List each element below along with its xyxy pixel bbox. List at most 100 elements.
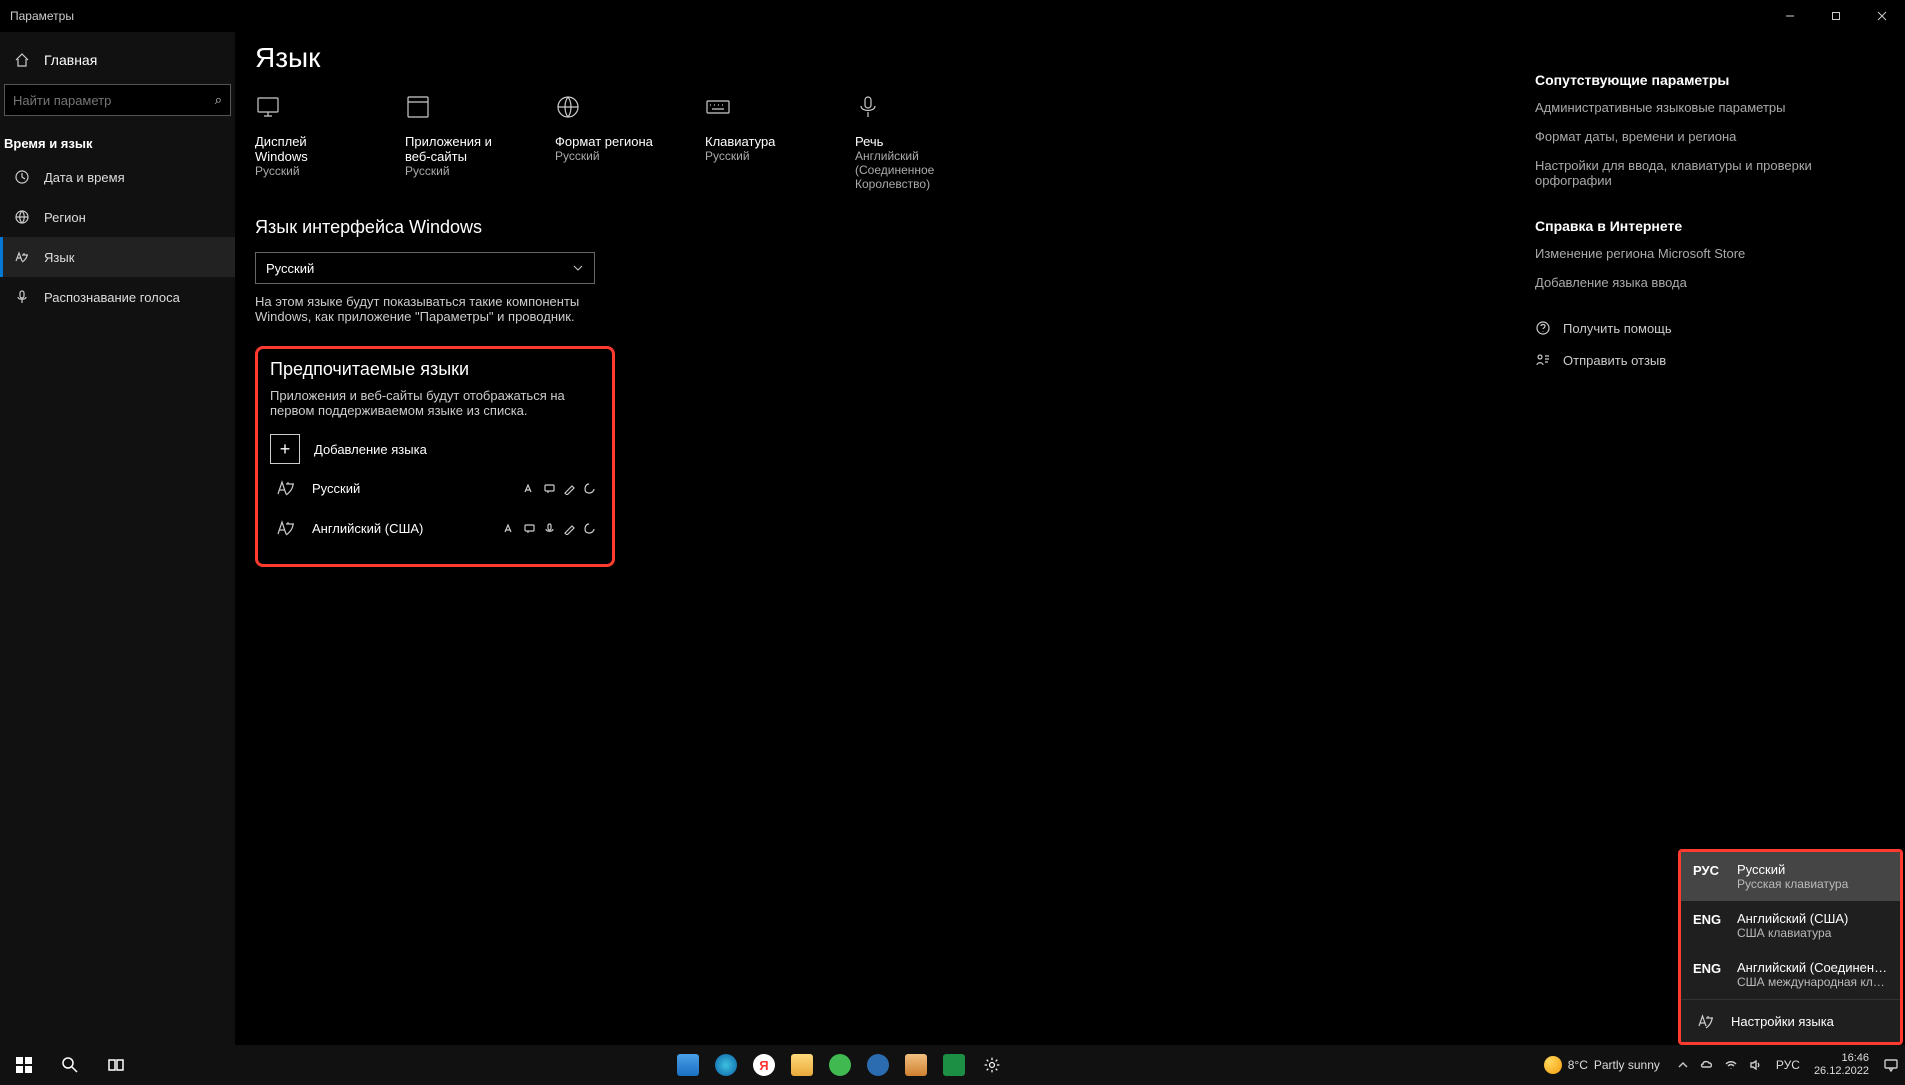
text-to-speech-icon	[522, 521, 536, 535]
taskbar-clock[interactable]: 16:46 26.12.2022	[1814, 1052, 1869, 1078]
help-link-add-input[interactable]: Добавление языка ввода	[1535, 275, 1875, 290]
search-input[interactable]	[13, 93, 215, 108]
action-center-button[interactable]	[1881, 1055, 1901, 1075]
lang-option-eng-uk[interactable]: ENG Английский (Соединенное... США между…	[1681, 950, 1900, 999]
taskbar-app-calculator[interactable]	[671, 1045, 705, 1085]
tile-speech[interactable]: Речь Английский (Соединенное Королевство…	[855, 94, 955, 191]
tile-windows-display[interactable]: Дисплей Windows Русский	[255, 94, 355, 191]
tile-title: Формат региона	[555, 134, 655, 149]
wifi-icon[interactable]	[1724, 1058, 1738, 1072]
sidebar-item-date-time[interactable]: Дата и время	[0, 157, 235, 197]
language-feature-icons	[502, 521, 596, 535]
language-name: Английский (США)	[312, 521, 502, 536]
voice-icon	[542, 521, 556, 535]
lang-settings-link[interactable]: Настройки языка	[1681, 999, 1900, 1042]
taskbar: Я 8°C Partly sunny РУС 16:46 26.12.2022	[0, 1045, 1905, 1085]
tile-sub: Русский	[255, 164, 355, 178]
language-icon	[274, 518, 298, 538]
weather-icon	[1544, 1056, 1562, 1074]
task-view-icon	[107, 1056, 125, 1074]
maximize-button[interactable]	[1813, 0, 1859, 32]
taskbar-app-excel[interactable]	[937, 1045, 971, 1085]
sidebar-search[interactable]: ⌕	[4, 84, 231, 116]
lang-keyboard: США международная клави...	[1737, 975, 1888, 989]
taskbar-language-indicator[interactable]: РУС	[1776, 1058, 1800, 1072]
keyboard-icon	[705, 94, 805, 124]
volume-icon[interactable]	[1748, 1058, 1762, 1072]
help-link-region[interactable]: Изменение региона Microsoft Store	[1535, 246, 1875, 261]
sidebar-item-label: Регион	[44, 210, 86, 225]
sidebar: Главная ⌕ Время и язык Дата и время Реги…	[0, 32, 235, 1045]
lang-option-eng-us[interactable]: ENG Английский (США) США клавиатура	[1681, 901, 1900, 950]
help-icon	[1535, 320, 1551, 336]
add-language-button[interactable]: + Добавление языка	[270, 430, 600, 468]
task-view-button[interactable]	[96, 1045, 136, 1085]
lang-keyboard: США клавиатура	[1737, 926, 1888, 940]
taskbar-app-green[interactable]	[823, 1045, 857, 1085]
web-help-heading: Справка в Интернете	[1535, 218, 1875, 234]
lang-option-rus[interactable]: РУС Русский Русская клавиатура	[1681, 852, 1900, 901]
display-language-dropdown[interactable]: Русский	[255, 252, 595, 284]
tile-apps-websites[interactable]: Приложения и веб-сайты Русский	[405, 94, 505, 191]
taskbar-app-vlc[interactable]	[899, 1045, 933, 1085]
sidebar-item-label: Дата и время	[44, 170, 125, 185]
weather-text: Partly sunny	[1594, 1058, 1660, 1072]
sidebar-item-region[interactable]: Регион	[0, 197, 235, 237]
preferred-languages-box: Предпочитаемые языки Приложения и веб-са…	[255, 346, 615, 567]
tile-sub: Русский	[555, 149, 655, 163]
language-summary-tiles: Дисплей Windows Русский Приложения и веб…	[255, 94, 955, 191]
sidebar-home-label: Главная	[44, 52, 97, 68]
tile-sub: Русский	[405, 164, 505, 178]
monitor-icon	[255, 94, 355, 124]
lang-settings-label: Настройки языка	[1731, 1014, 1834, 1029]
onedrive-icon[interactable]	[1700, 1058, 1714, 1072]
search-button[interactable]	[50, 1045, 90, 1085]
tile-sub: Английский (Соединенное Королевство)	[855, 149, 955, 191]
taskbar-app-edge[interactable]	[709, 1045, 743, 1085]
taskbar-app-yandex[interactable]: Я	[747, 1045, 781, 1085]
taskbar-weather[interactable]: 8°C Partly sunny	[1544, 1056, 1660, 1074]
related-link-typing[interactable]: Настройки для ввода, клавиатуры и провер…	[1535, 158, 1875, 188]
tile-keyboard[interactable]: Клавиатура Русский	[705, 94, 805, 191]
lang-code: ENG	[1693, 960, 1725, 976]
tile-regional-format[interactable]: Формат региона Русский	[555, 94, 655, 191]
sidebar-item-language[interactable]: Язык	[0, 237, 235, 277]
lang-keyboard: Русская клавиатура	[1737, 877, 1888, 891]
clock-time: 16:46	[1814, 1052, 1869, 1065]
feedback-label: Отправить отзыв	[1563, 353, 1666, 368]
sidebar-item-label: Распознавание голоса	[44, 290, 180, 305]
language-row-russian[interactable]: Русский	[270, 468, 600, 508]
tile-title: Речь	[855, 134, 955, 149]
language-icon	[274, 478, 298, 498]
lang-code: РУС	[1693, 862, 1725, 878]
minimize-button[interactable]	[1767, 0, 1813, 32]
start-button[interactable]	[4, 1045, 44, 1085]
language-feature-icons	[522, 481, 596, 495]
language-switcher-popup: РУС Русский Русская клавиатура ENG Англи…	[1678, 849, 1903, 1045]
titlebar: Параметры	[0, 0, 1905, 32]
taskbar-app-explorer[interactable]	[785, 1045, 819, 1085]
system-tray	[1676, 1058, 1762, 1072]
lang-name: Русский	[1737, 862, 1888, 877]
close-button[interactable]	[1859, 0, 1905, 32]
speech-icon	[582, 481, 596, 495]
microphone-icon	[14, 289, 30, 305]
clock-date: 26.12.2022	[1814, 1065, 1869, 1078]
get-help-link[interactable]: Получить помощь	[1535, 320, 1875, 336]
lang-code: ENG	[1693, 911, 1725, 927]
sidebar-home[interactable]: Главная	[0, 42, 235, 78]
taskbar-app-settings[interactable]	[975, 1045, 1009, 1085]
display-language-help: На этом языке будут показываться такие к…	[255, 294, 595, 324]
related-link-date-format[interactable]: Формат даты, времени и региона	[1535, 129, 1875, 144]
add-language-label: Добавление языка	[314, 442, 427, 457]
language-icon	[14, 249, 30, 265]
taskbar-app-blue[interactable]	[861, 1045, 895, 1085]
display-lang-icon	[522, 481, 536, 495]
sidebar-item-speech[interactable]: Распознавание голоса	[0, 277, 235, 317]
language-row-english-us[interactable]: Английский (США)	[270, 508, 600, 548]
related-link-admin[interactable]: Административные языковые параметры	[1535, 100, 1875, 115]
globe-icon	[555, 94, 655, 124]
feedback-link[interactable]: Отправить отзыв	[1535, 352, 1875, 368]
chevron-up-icon[interactable]	[1676, 1058, 1690, 1072]
chevron-down-icon	[572, 262, 584, 274]
